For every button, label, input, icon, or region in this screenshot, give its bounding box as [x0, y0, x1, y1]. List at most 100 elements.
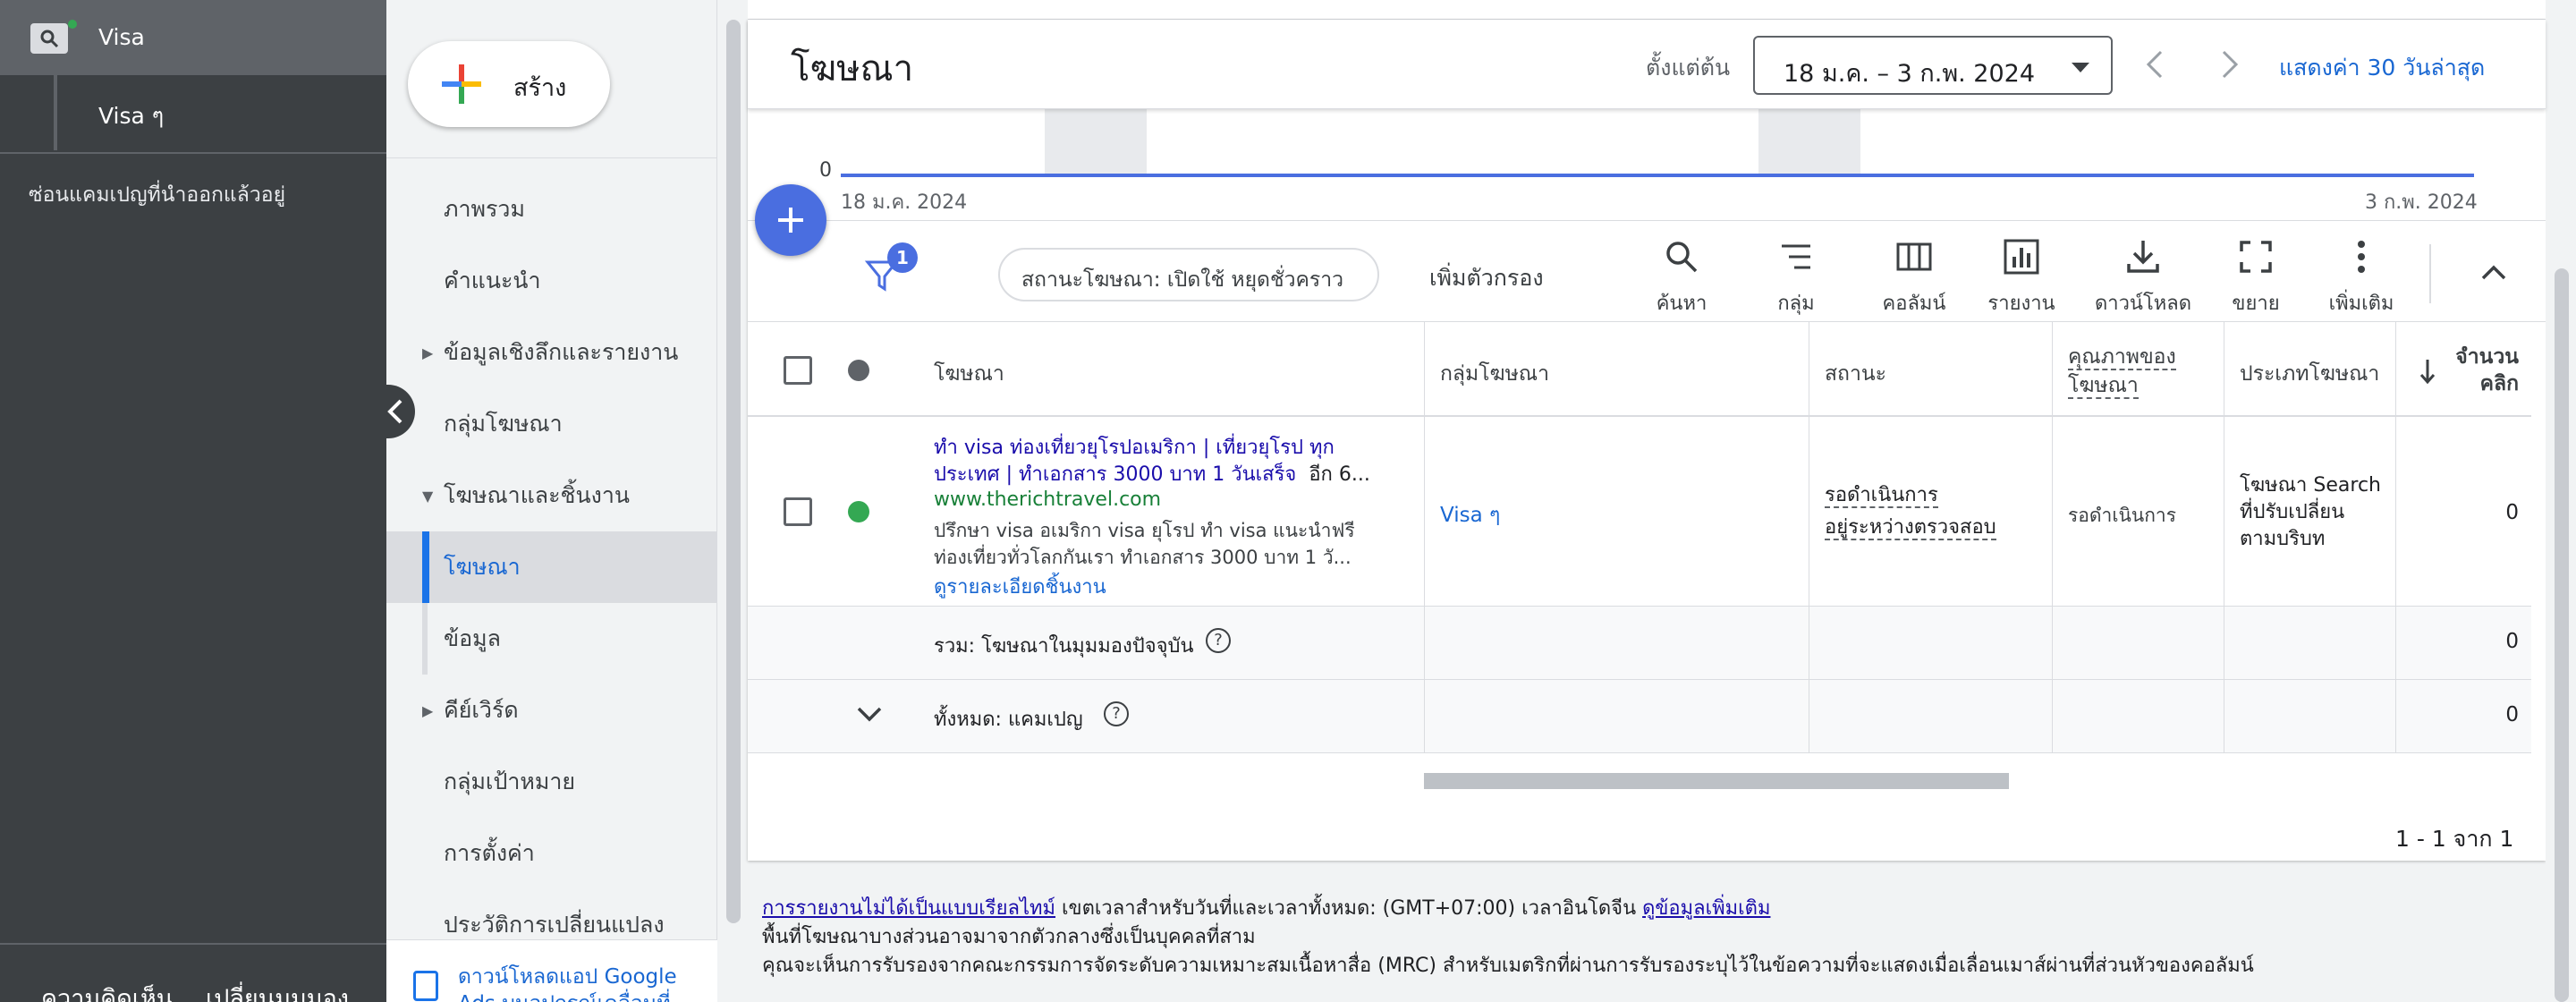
adgroup-tree-label: Visa ๆ	[98, 103, 165, 129]
toolbar-divider	[2429, 244, 2431, 303]
col-header-clicks[interactable]: จำนวน คลิก	[2444, 344, 2519, 397]
more-vert-icon	[2358, 241, 2365, 273]
col-separator	[2395, 607, 2396, 679]
date-range-picker[interactable]: 18 ม.ค. – 3 ก.พ. 2024	[1753, 36, 2113, 95]
ad-status-enabled-dot[interactable]	[848, 501, 869, 522]
expand-tool-button[interactable]: ขยาย	[2220, 237, 2292, 318]
ad-description-line1: ปรึกษา visa อเมริกา visa ยุโรป ทำ visa แ…	[934, 520, 1355, 541]
col-header-ad-strength[interactable]: คุณภาพของ โฆษณา	[2068, 344, 2176, 401]
feedback-button[interactable]: ความคิดเห็น	[41, 979, 173, 1002]
search-icon	[1666, 242, 1698, 273]
tool-label: คอลัมน์	[1882, 293, 1946, 315]
col-separator	[1424, 322, 1425, 415]
table-row: ทำ visa ท่องเที่ยวยุโรปอเมริกา | เที่ยวย…	[748, 417, 2531, 607]
nav-scrollbar[interactable]	[717, 0, 748, 1002]
view-asset-details-link[interactable]: ดูรายละเอียดชิ้นงาน	[934, 571, 1106, 602]
col-header-ad[interactable]: โฆษณา	[934, 358, 1004, 390]
sort-descending-icon[interactable]	[2419, 358, 2436, 385]
tool-label: ดาวน์โหลด	[2094, 293, 2192, 315]
col-header-status[interactable]: สถานะ	[1825, 358, 1886, 390]
columns-icon	[1896, 242, 1932, 271]
help-icon[interactable]: ?	[1104, 701, 1129, 726]
nav-item-overview[interactable]: ภาพรวม	[386, 174, 717, 245]
switch-view-button[interactable]: เปลี่ยนมุมมอง	[206, 979, 349, 1002]
tree-indent-line	[54, 75, 57, 150]
nav-item-recommendations[interactable]: คำแนะนำ	[386, 245, 717, 317]
top-spacer	[748, 0, 2546, 20]
adgroup-tree-item[interactable]: Visa ๆ	[0, 75, 386, 150]
left-panel-footer: ความคิดเห็น เปลี่ยนมุมมอง	[0, 943, 386, 1002]
row-checkbox[interactable]	[784, 497, 812, 526]
nav-item-ad-groups[interactable]: กลุ่มโฆษณา	[386, 388, 717, 460]
nav-item-ads-assets[interactable]: ▼ โฆษณาและชิ้นงาน	[386, 460, 717, 531]
select-all-checkbox[interactable]	[784, 356, 812, 385]
page-title: โฆษณา	[791, 48, 914, 89]
nav-item-assets[interactable]: ข้อมูล	[386, 603, 717, 675]
main-content: โฆษณา ตั้งแต่ต้น 18 ม.ค. – 3 ก.พ. 2024 แ…	[748, 0, 2546, 1002]
learn-more-link[interactable]: ดูข้อมูลเพิ่มเติม	[1642, 897, 1770, 920]
col-separator	[2052, 322, 2053, 415]
total-row-label: รวม: โฆษณาในมุมมองปัจจุบัน	[934, 635, 1194, 658]
nav-item-label: โฆษณาและชิ้นงาน	[444, 482, 630, 508]
tool-label: ขยาย	[2232, 293, 2280, 315]
hide-removed-campaigns-toggle[interactable]: ซ่อนแคมเปญที่นำออกแล้วอยู่	[29, 179, 285, 211]
show-last-30-days-link[interactable]: แสดงค่า 30 วันล่าสุด	[2279, 50, 2485, 86]
phone-download-icon	[413, 971, 438, 1001]
segment-tool-button[interactable]: กลุ่ม	[1760, 237, 1832, 318]
search-campaign-icon	[30, 23, 68, 54]
col-header-ad-group[interactable]: กลุ่มโฆษณา	[1440, 358, 1549, 390]
total-row-current-view: รวม: โฆษณาในมุมมองปัจจุบัน ? 0	[748, 607, 2531, 680]
collapse-chart-button[interactable]	[2476, 255, 2512, 291]
tool-label: รายงาน	[1987, 293, 2055, 315]
main-scrollbar[interactable]	[2546, 0, 2576, 1002]
reports-tool-button[interactable]: รายงาน	[1979, 237, 2064, 318]
ad-headline-more: อีก 6...	[1309, 463, 1370, 486]
add-filter-button[interactable]: เพิ่มตัวกรอง	[1429, 260, 1544, 296]
ads-card: โฆษณา ตั้งแต่ต้น 18 ม.ค. – 3 ก.พ. 2024 แ…	[748, 20, 2546, 861]
campaign-tree-item-visa[interactable]: Visa	[0, 0, 386, 75]
ad-status-line2: อยู่ระหว่างตรวจสอบ	[1825, 516, 1996, 540]
campaign-tree-label: Visa	[98, 24, 145, 50]
col-separator	[2052, 607, 2053, 679]
nav-item-label: การตั้งค่า	[444, 840, 535, 866]
chevron-left-icon	[387, 399, 402, 424]
col-header-ad-type[interactable]: ประเภทโฆษณา	[2240, 358, 2379, 390]
nav-item-label: ประวัติการเปลี่ยนแปลง	[444, 912, 665, 938]
nav-scroll-thumb[interactable]	[726, 20, 741, 923]
not-realtime-link[interactable]: การรายงานไม่ได้เป็นแบบเรียลไทม์	[762, 897, 1055, 920]
more-tool-button[interactable]: เพิ่มเติม	[2318, 237, 2404, 318]
ad-status-cell[interactable]: รอดำเนินการ อยู่ระหว่างตรวจสอบ	[1825, 480, 1996, 544]
next-period-button[interactable]	[2211, 47, 2247, 82]
col-separator	[2052, 680, 2053, 752]
timezone-text: เขตเวลาสำหรับวันที่และเวลาทั้งหมด: (GMT+…	[1055, 897, 1643, 920]
nav-item-label: โฆษณา	[444, 554, 521, 580]
help-icon[interactable]: ?	[1206, 628, 1231, 653]
download-app-link[interactable]: ดาวน์โหลดแอป Google Ads บนอุปกรณ์เคลื่อน…	[386, 939, 717, 1002]
add-ad-fab[interactable]	[755, 184, 826, 256]
dropdown-arrow-icon	[2072, 63, 2089, 72]
prev-period-button[interactable]	[2138, 47, 2174, 82]
nav-item-settings[interactable]: การตั้งค่า	[386, 818, 717, 889]
download-tool-button[interactable]: ดาวน์โหลด	[2089, 237, 2197, 318]
status-header-dot[interactable]	[848, 360, 869, 381]
ad-group-link[interactable]: Visa ๆ	[1440, 499, 1500, 531]
download-icon	[2127, 241, 2159, 273]
ad-status-filter-chip[interactable]: สถานะโฆษณา: เปิดใช้ หยุดชั่วคราว	[998, 248, 1379, 301]
ad-strength-value: รอดำเนินการ	[2068, 505, 2176, 526]
nav-selection-bar	[422, 531, 429, 603]
nav-item-keywords[interactable]: ▶ คีย์เวิร์ด	[386, 675, 717, 746]
create-button[interactable]: สร้าง	[408, 41, 610, 127]
nav-item-insights-reports[interactable]: ▶ ข้อมูลเชิงลึกและรายงาน	[386, 317, 717, 388]
chevron-down-icon[interactable]	[855, 703, 884, 725]
nav-item-label: กลุ่มเป้าหมาย	[444, 768, 576, 794]
main-scroll-thumb[interactable]	[2555, 268, 2569, 1002]
nav-item-audiences[interactable]: กลุ่มเป้าหมาย	[386, 746, 717, 818]
search-tool-button[interactable]: ค้นหา	[1646, 237, 1717, 318]
ad-headline-link[interactable]: ทำ visa ท่องเที่ยวยุโรปอเมริกา | เที่ยวย…	[934, 435, 1381, 488]
nav-item-ads[interactable]: โฆษณา	[386, 531, 717, 603]
ad-description: ปรึกษา visa อเมริกา visa ยุโรป ทำ visa แ…	[934, 517, 1381, 571]
col-separator	[1424, 607, 1425, 679]
table-horizontal-scrollbar[interactable]	[1424, 773, 2009, 789]
nav-item-label: กลุ่มโฆษณา	[444, 411, 563, 437]
columns-tool-button[interactable]: คอลัมน์	[1871, 237, 1957, 318]
